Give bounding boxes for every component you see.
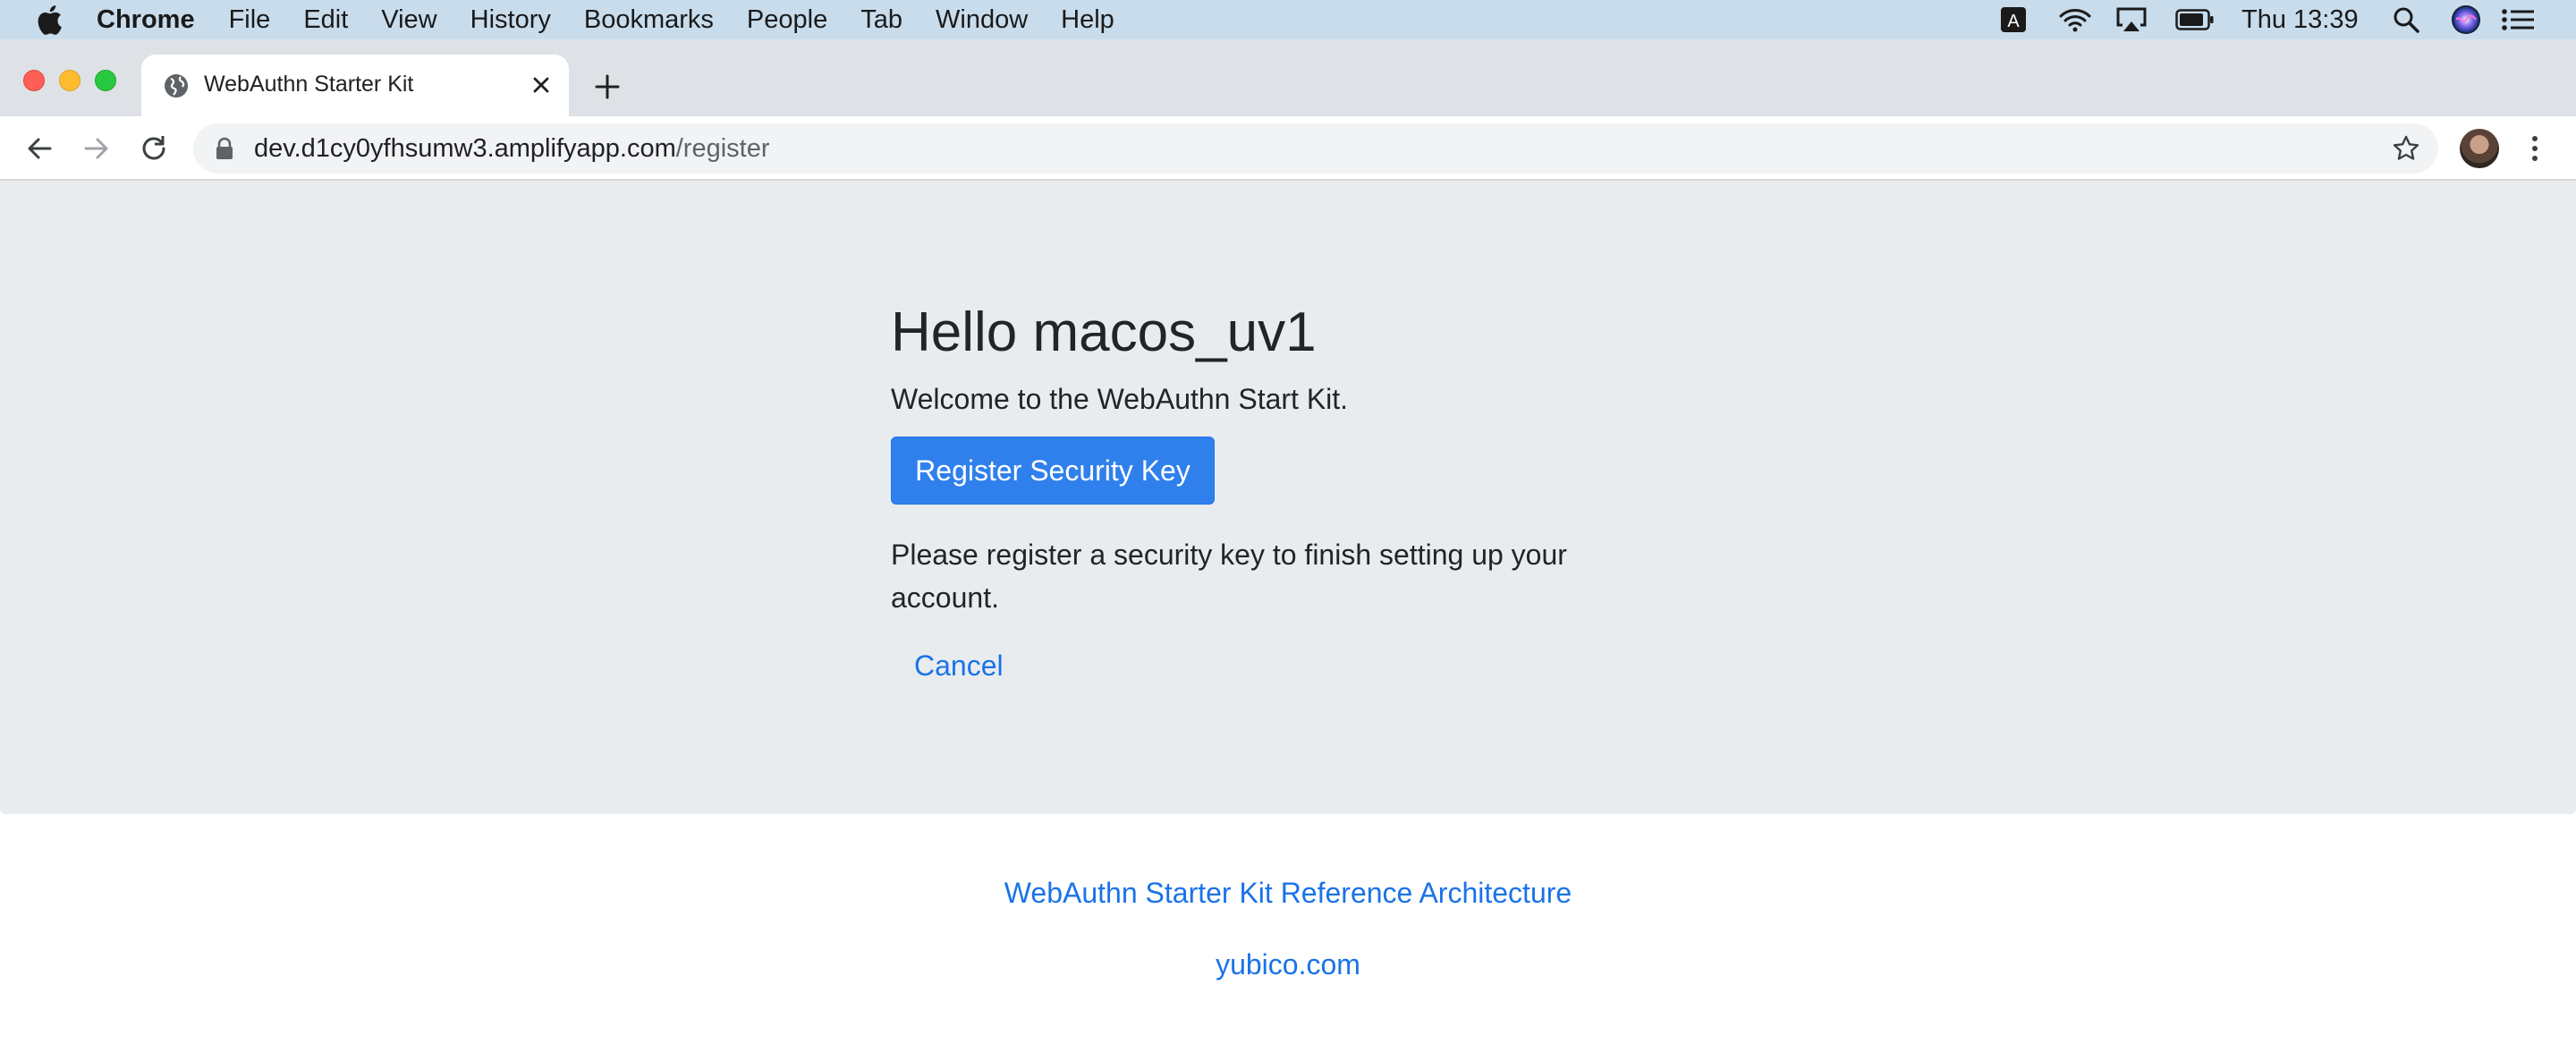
profile-avatar[interactable] <box>2460 129 2499 168</box>
menu-history[interactable]: History <box>470 5 551 35</box>
input-source-icon[interactable]: A <box>2000 0 2027 39</box>
url-host: dev.d1cy0yfhsumw3.amplifyapp.com <box>254 134 676 163</box>
url-path: /register <box>675 134 770 163</box>
reload-icon[interactable] <box>138 132 170 165</box>
menu-people[interactable]: People <box>747 5 827 35</box>
reference-architecture-link[interactable]: WebAuthn Starter Kit Reference Architect… <box>1004 877 1572 910</box>
register-instructions: Please register a security key to finish… <box>891 539 1567 614</box>
page-title: Hello macos_uv1 <box>891 301 1317 363</box>
register-security-key-button[interactable]: Register Security Key <box>891 437 1215 505</box>
address-url[interactable]: dev.d1cy0yfhsumw3.amplifyapp.com/registe… <box>254 134 770 164</box>
forward-arrow-icon[interactable] <box>80 132 113 165</box>
menu-bookmarks[interactable]: Bookmarks <box>584 5 714 35</box>
menu-tab[interactable]: Tab <box>860 5 902 35</box>
more-menu-icon[interactable] <box>2526 132 2544 165</box>
input-source-letter: A <box>2007 12 2020 31</box>
window-minimize-button[interactable] <box>59 70 80 91</box>
back-arrow-icon[interactable] <box>23 132 55 165</box>
airplay-icon[interactable] <box>2114 0 2148 39</box>
menu-file[interactable]: File <box>229 5 271 35</box>
tab-title: WebAuthn Starter Kit <box>204 72 414 97</box>
control-center-icon[interactable] <box>2501 0 2535 39</box>
yubico-link[interactable]: yubico.com <box>1216 948 1360 981</box>
page-content: Hello macos_uv1 Welcome to the WebAuthn … <box>0 181 2576 1044</box>
menu-app-name[interactable]: Chrome <box>97 5 195 35</box>
tab-close-icon[interactable] <box>528 72 555 98</box>
bookmark-star-icon[interactable] <box>2392 134 2420 163</box>
battery-icon[interactable] <box>2175 0 2215 39</box>
address-bar[interactable]: dev.d1cy0yfhsumw3.amplifyapp.com/registe… <box>193 123 2438 174</box>
menu-view[interactable]: View <box>381 5 436 35</box>
jumbotron: Hello macos_uv1 Welcome to the WebAuthn … <box>0 181 2576 814</box>
window-close-button[interactable] <box>23 70 45 91</box>
wifi-icon[interactable] <box>2057 0 2093 39</box>
cancel-link[interactable]: Cancel <box>914 649 1004 683</box>
spotlight-search-icon[interactable] <box>2392 0 2420 39</box>
new-tab-plus-icon[interactable] <box>592 72 623 102</box>
browser-tab-active[interactable]: WebAuthn Starter Kit <box>141 55 569 116</box>
browser-toolbar: dev.d1cy0yfhsumw3.amplifyapp.com/registe… <box>0 116 2576 181</box>
globe-icon <box>163 72 190 99</box>
window-zoom-button[interactable] <box>95 70 116 91</box>
macos-menu-bar: Chrome File Edit View History Bookmarks … <box>0 0 2576 39</box>
menubar-clock[interactable]: Thu 13:39 <box>2241 0 2359 39</box>
menu-window[interactable]: Window <box>936 5 1028 35</box>
welcome-text: Welcome to the WebAuthn Start Kit. <box>891 383 1349 415</box>
lock-icon[interactable] <box>215 137 234 160</box>
siri-icon[interactable] <box>2451 0 2481 39</box>
menu-help[interactable]: Help <box>1061 5 1114 35</box>
menu-edit[interactable]: Edit <box>303 5 348 35</box>
apple-menu-icon[interactable] <box>34 4 64 36</box>
